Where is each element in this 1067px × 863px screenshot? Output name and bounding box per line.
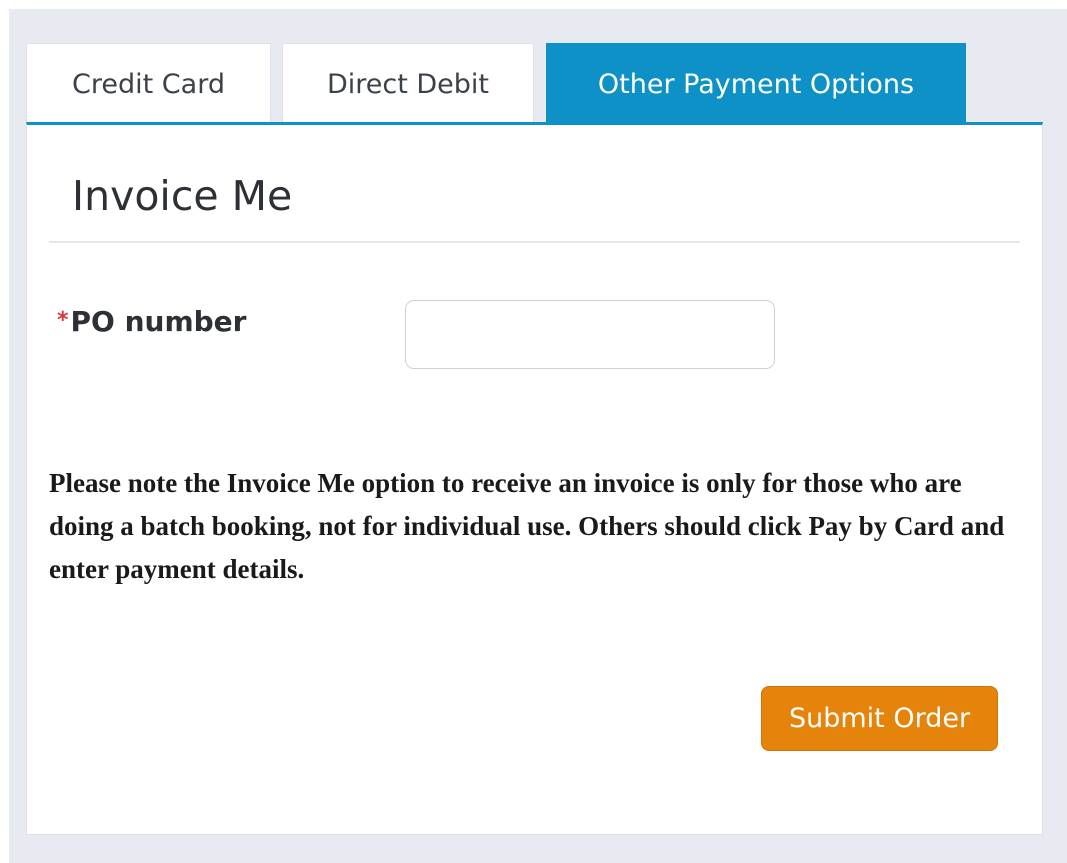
po-number-label-text: PO number — [70, 305, 247, 338]
required-marker: * — [57, 308, 69, 333]
payment-tabs: Credit Card Direct Debit Other Payment O… — [26, 43, 1043, 125]
tab-content-panel: Invoice Me *PO number Please note the In… — [26, 122, 1043, 835]
tab-credit-card[interactable]: Credit Card — [26, 43, 271, 125]
invoice-note: Please note the Invoice Me option to rec… — [49, 468, 1005, 584]
section-title: Invoice Me — [72, 172, 293, 220]
tab-direct-debit-label: Direct Debit — [326, 69, 490, 100]
tab-other-payment-options-label: Other Payment Options — [597, 69, 915, 100]
po-number-label: *PO number — [57, 308, 246, 336]
po-number-input[interactable] — [405, 300, 775, 369]
tab-other-payment-options[interactable]: Other Payment Options — [546, 43, 966, 125]
submit-order-button[interactable]: Submit Order — [761, 686, 998, 751]
tab-credit-card-label: Credit Card — [72, 69, 225, 100]
section-divider — [49, 241, 1020, 243]
tab-direct-debit[interactable]: Direct Debit — [282, 43, 534, 125]
page-background: Credit Card Direct Debit Other Payment O… — [9, 9, 1067, 863]
